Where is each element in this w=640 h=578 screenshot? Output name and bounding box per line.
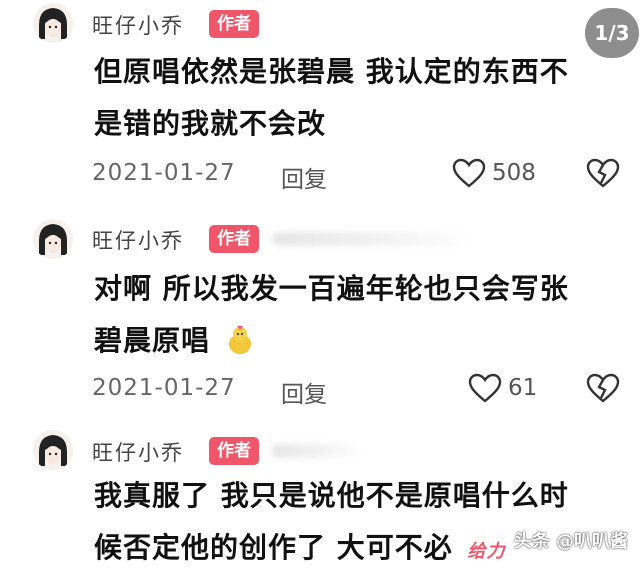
like-count: 508 xyxy=(492,160,536,186)
broken-heart-icon[interactable] xyxy=(586,372,620,404)
avatar-face-icon xyxy=(33,219,73,259)
avatar-face-icon xyxy=(33,3,73,43)
watermark: 头条 @叭叭酱 xyxy=(513,531,628,552)
comment-text: 对啊 所以我发一百遍年轮也只会写张 碧晨原唱 xyxy=(94,272,569,357)
comment-date: 2021-01-27 xyxy=(92,375,236,401)
author-badge: 作者 xyxy=(209,10,259,38)
reply-button[interactable]: 回复 xyxy=(281,160,327,194)
blurred-region xyxy=(272,232,472,246)
blurred-region xyxy=(272,444,362,458)
gei-li-sticker: 给力 xyxy=(467,541,506,562)
author-name[interactable]: 旺仔小乔 xyxy=(92,10,184,40)
yellow-bird-emoji xyxy=(228,326,251,354)
heart-outline-icon[interactable] xyxy=(452,158,486,188)
comment-text: 我真服了 我只是说他不是原唱什么时 候否定他的创作了 大可不必 给力 xyxy=(94,479,569,564)
author-name[interactable]: 旺仔小乔 xyxy=(92,437,184,467)
avatar-face-icon xyxy=(33,430,73,470)
heart-outline-icon[interactable] xyxy=(468,373,502,403)
broken-heart-icon[interactable] xyxy=(586,157,620,189)
like-count: 61 xyxy=(508,375,538,401)
comment-date: 2021-01-27 xyxy=(92,160,236,186)
author-badge: 作者 xyxy=(209,225,259,253)
avatar[interactable] xyxy=(33,3,73,43)
avatar[interactable] xyxy=(33,430,73,470)
reply-button[interactable]: 回复 xyxy=(281,375,327,409)
avatar[interactable] xyxy=(33,219,73,259)
author-name[interactable]: 旺仔小乔 xyxy=(92,225,184,255)
author-badge: 作者 xyxy=(209,437,259,465)
comment-text: 但原唱依然是张碧晨 我认定的东西不 是错的我就不会改 xyxy=(94,55,569,140)
